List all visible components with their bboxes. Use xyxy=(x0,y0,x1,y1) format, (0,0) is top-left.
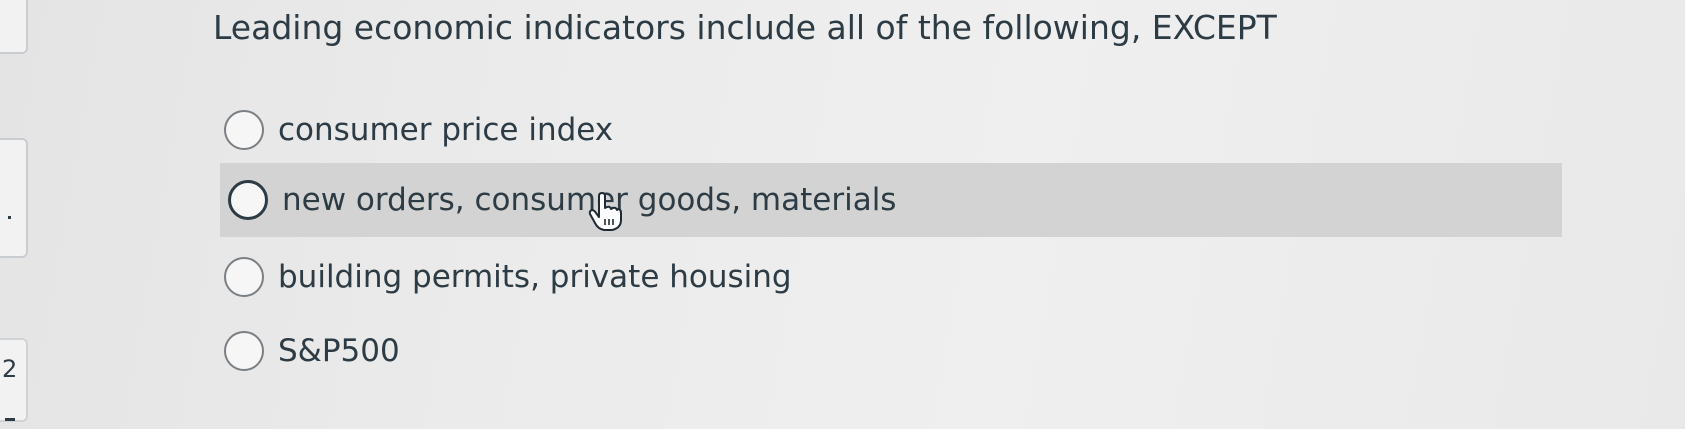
nav-dash xyxy=(5,418,15,421)
radio-button[interactable] xyxy=(228,180,268,220)
radio-button[interactable] xyxy=(224,110,264,150)
answer-option-3[interactable]: building permits, private housing xyxy=(220,240,792,314)
answer-option-2[interactable]: new orders, consumer goods, materials xyxy=(220,163,1562,237)
question-nav-item-prev[interactable] xyxy=(0,0,28,54)
question-prompt: Leading economic indicators include all … xyxy=(213,8,1277,47)
answer-label: building permits, private housing xyxy=(278,259,792,295)
question-nav-item-current[interactable] xyxy=(0,138,28,258)
radio-button[interactable] xyxy=(224,257,264,297)
answer-label: S&P500 xyxy=(278,333,400,369)
nav-marker xyxy=(8,216,11,219)
answer-option-1[interactable]: consumer price index xyxy=(220,93,613,167)
hand-pointer-icon xyxy=(588,192,622,231)
radio-button[interactable] xyxy=(224,331,264,371)
question-number: 2 xyxy=(2,355,18,383)
answer-label: consumer price index xyxy=(278,112,614,148)
answer-option-4[interactable]: S&P500 xyxy=(220,314,400,388)
